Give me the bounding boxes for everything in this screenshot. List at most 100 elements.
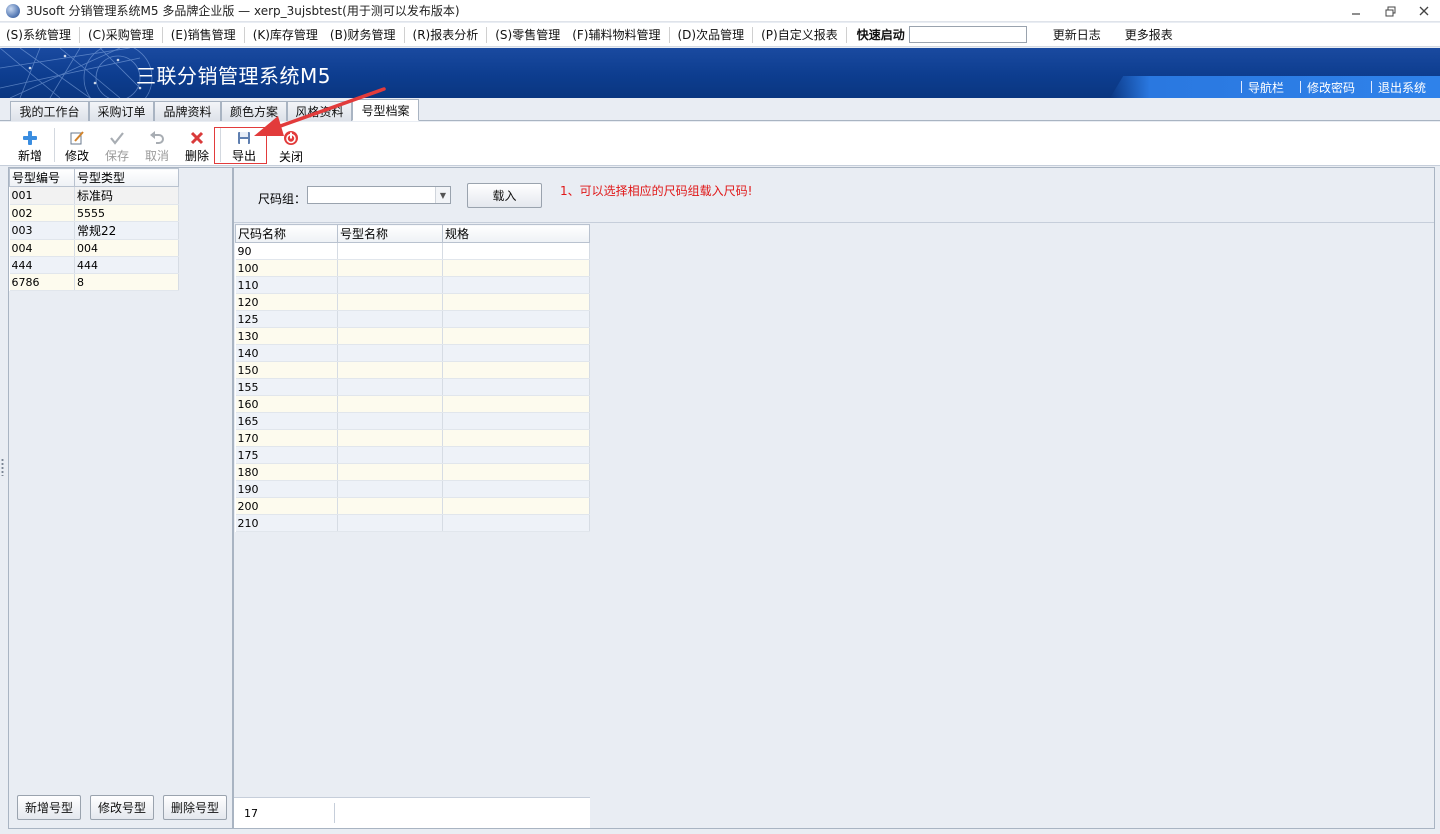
save-button[interactable]: 保存 — [97, 126, 137, 164]
menu-materials[interactable]: (F)辅料物料管理 — [566, 25, 666, 45]
cell-type: 常规22 — [74, 221, 179, 240]
table-row[interactable]: 125 — [235, 310, 590, 328]
column-header-spec[interactable]: 规格 — [442, 224, 590, 243]
quick-start-label: 快速启动 — [856, 28, 905, 42]
delete-button[interactable]: 删除 — [177, 126, 217, 164]
table-row[interactable]: 200 — [235, 497, 590, 515]
menu-retail[interactable]: (S)零售管理 — [489, 25, 566, 45]
table-row[interactable]: 180 — [235, 463, 590, 481]
cell-size-name: 110 — [235, 276, 338, 294]
delete-size-type-button[interactable]: 删除号型 — [163, 795, 227, 820]
cell-size-name: 175 — [235, 446, 338, 464]
menu-separator — [78, 26, 80, 43]
update-log-link[interactable]: 更新日志 — [1041, 25, 1113, 45]
tab-workbench[interactable]: 我的工作台 — [10, 101, 89, 121]
add-size-type-button[interactable]: 新增号型 — [17, 795, 81, 820]
checkmark-icon — [109, 130, 125, 145]
table-row[interactable]: 90 — [235, 242, 590, 260]
table-row[interactable]: 150 — [235, 361, 590, 379]
cell-size-type-name — [337, 395, 443, 413]
cell-spec — [442, 276, 590, 294]
cell-size-type-name — [337, 293, 443, 311]
menu-defects[interactable]: (D)次品管理 — [672, 25, 751, 45]
table-row[interactable]: 003 常规22 — [9, 221, 179, 240]
menu-finance[interactable]: (B)财务管理 — [324, 25, 402, 45]
cell-code: 001 — [9, 186, 75, 205]
cell-size-name: 170 — [235, 429, 338, 447]
column-header-size-name[interactable]: 尺码名称 — [235, 224, 338, 243]
add-label: 新增 — [17, 149, 42, 163]
cell-size-name: 155 — [235, 378, 338, 396]
table-row[interactable]: 6786 8 — [9, 273, 179, 291]
footer-divider — [334, 803, 335, 823]
cell-size-name: 125 — [235, 310, 338, 328]
cell-size-name: 180 — [235, 463, 338, 481]
table-row[interactable]: 100 — [235, 259, 590, 277]
menu-custom-reports[interactable]: (P)自定义报表 — [755, 25, 844, 45]
hint-text: 1、可以选择相应的尺码组载入尺码! — [560, 184, 753, 198]
edit-label: 修改 — [64, 149, 89, 163]
cell-code: 6786 — [9, 273, 75, 291]
menu-reports[interactable]: (R)报表分析 — [407, 25, 485, 45]
table-row[interactable]: 165 — [235, 412, 590, 430]
table-row[interactable]: 210 — [235, 514, 590, 532]
chevron-down-icon[interactable]: ▼ — [435, 187, 450, 203]
quick-start-input[interactable] — [908, 26, 1027, 43]
menu-inventory[interactable]: (K)库存管理 — [247, 25, 324, 45]
edit-icon — [69, 130, 85, 145]
cell-size-name: 150 — [235, 361, 338, 379]
cell-size-name: 120 — [235, 293, 338, 311]
table-row[interactable]: 002 5555 — [9, 204, 179, 222]
table-row[interactable]: 140 — [235, 344, 590, 362]
tab-brand-info[interactable]: 品牌资料 — [154, 101, 221, 121]
table-row[interactable]: 155 — [235, 378, 590, 396]
cell-type: 8 — [74, 273, 179, 291]
table-row[interactable]: 001 标准码 — [9, 186, 179, 205]
cell-size-name: 90 — [235, 242, 338, 260]
change-password-link[interactable]: 修改密码 — [1301, 79, 1361, 96]
table-row[interactable]: 120 — [235, 293, 590, 311]
menu-sales[interactable]: (E)销售管理 — [165, 25, 242, 45]
table-row[interactable]: 175 — [235, 446, 590, 464]
menu-system[interactable]: (S)系统管理 — [0, 25, 77, 45]
tab-purchase-orders[interactable]: 采购订单 — [89, 101, 154, 121]
table-row[interactable]: 444 444 — [9, 256, 179, 274]
restore-icon[interactable] — [1376, 0, 1404, 22]
close-label: 关闭 — [278, 150, 303, 164]
add-button[interactable]: 新增 — [10, 126, 50, 164]
splitter-grip[interactable] — [1, 458, 4, 476]
table-row[interactable]: 004 004 — [9, 239, 179, 257]
table-row[interactable]: 130 — [235, 327, 590, 345]
close-icon[interactable] — [1410, 0, 1438, 22]
menu-separator — [752, 26, 754, 43]
nav-bar-link[interactable]: 导航栏 — [1242, 79, 1290, 96]
logout-link[interactable]: 退出系统 — [1372, 79, 1432, 96]
cell-size-type-name — [337, 344, 443, 362]
column-header-size-type-code[interactable]: 号型编号 — [9, 168, 75, 187]
cell-size-name: 200 — [235, 497, 338, 515]
cell-spec — [442, 344, 590, 362]
column-header-size-type-type[interactable]: 号型类型 — [74, 168, 179, 187]
minimize-icon[interactable] — [1342, 0, 1370, 22]
menu-purchase[interactable]: (C)采购管理 — [82, 25, 160, 45]
cell-spec — [442, 480, 590, 498]
table-row[interactable]: 160 — [235, 395, 590, 413]
table-row[interactable]: 190 — [235, 480, 590, 498]
edit-button[interactable]: 修改 — [57, 126, 97, 164]
size-group-select[interactable]: ▼ — [307, 186, 451, 204]
column-header-size-type-name[interactable]: 号型名称 — [337, 224, 443, 243]
table-row[interactable]: 170 — [235, 429, 590, 447]
load-button[interactable]: 载入 — [467, 183, 542, 208]
cell-spec — [442, 412, 590, 430]
cell-type: 004 — [74, 239, 179, 257]
size-type-panel: 号型编号 号型类型 001 标准码 002 5555 003 常规22 004 … — [8, 167, 233, 829]
cancel-button[interactable]: 取消 — [137, 126, 177, 164]
table-row[interactable]: 110 — [235, 276, 590, 294]
cell-spec — [442, 310, 590, 328]
size-group-filter: 尺码组： ▼ 载入 1、可以选择相应的尺码组载入尺码! — [234, 168, 1434, 223]
edit-size-type-button[interactable]: 修改号型 — [90, 795, 154, 820]
more-reports-link[interactable]: 更多报表 — [1113, 25, 1185, 45]
menu-separator — [403, 26, 405, 43]
cell-size-type-name — [337, 327, 443, 345]
menu-bar: (S)系统管理 (C)采购管理 (E)销售管理 (K)库存管理 (B)财务管理 … — [0, 23, 1440, 47]
